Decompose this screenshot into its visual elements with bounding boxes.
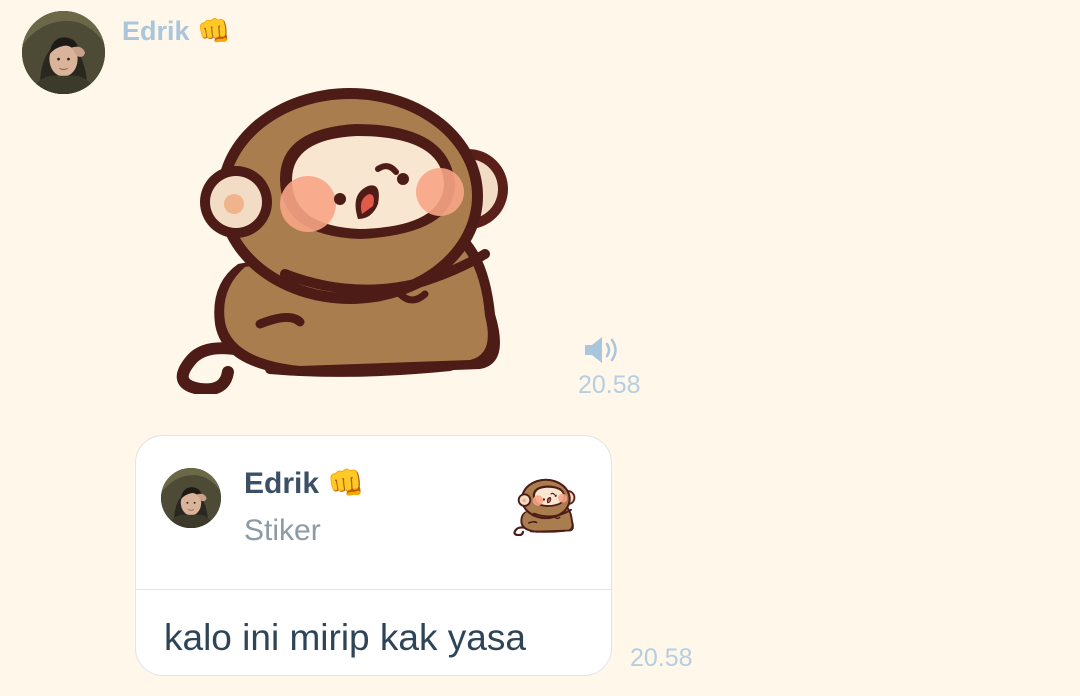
quoted-sender-name: Edrik 👊 <box>244 466 365 501</box>
profile-photo-icon <box>161 468 221 528</box>
message-timestamp: 20.58 <box>578 371 641 399</box>
quoted-message-type: Stiker <box>244 514 321 547</box>
monkey-sticker-icon[interactable] <box>150 84 520 394</box>
quote-divider <box>136 589 611 590</box>
message-text: kalo ini mirip kak yasa <box>164 617 526 658</box>
quoted-sender-avatar <box>161 468 221 528</box>
sender-name[interactable]: Edrik 👊 <box>122 15 231 47</box>
fist-emoji-icon: 👊 <box>327 466 365 501</box>
quoted-sender-name-text: Edrik <box>244 467 320 500</box>
monkey-sticker-thumbnail-icon <box>513 478 577 536</box>
profile-photo-icon <box>22 11 105 94</box>
fist-emoji-icon: 👊 <box>197 16 231 47</box>
sender-avatar[interactable] <box>22 11 105 94</box>
sender-name-text: Edrik <box>122 16 190 46</box>
speaker-icon[interactable] <box>582 334 622 366</box>
reply-message-bubble[interactable]: Edrik 👊 Stiker kalo ini mirip kak yasa <box>135 435 612 676</box>
message-timestamp: 20.58 <box>630 644 693 672</box>
